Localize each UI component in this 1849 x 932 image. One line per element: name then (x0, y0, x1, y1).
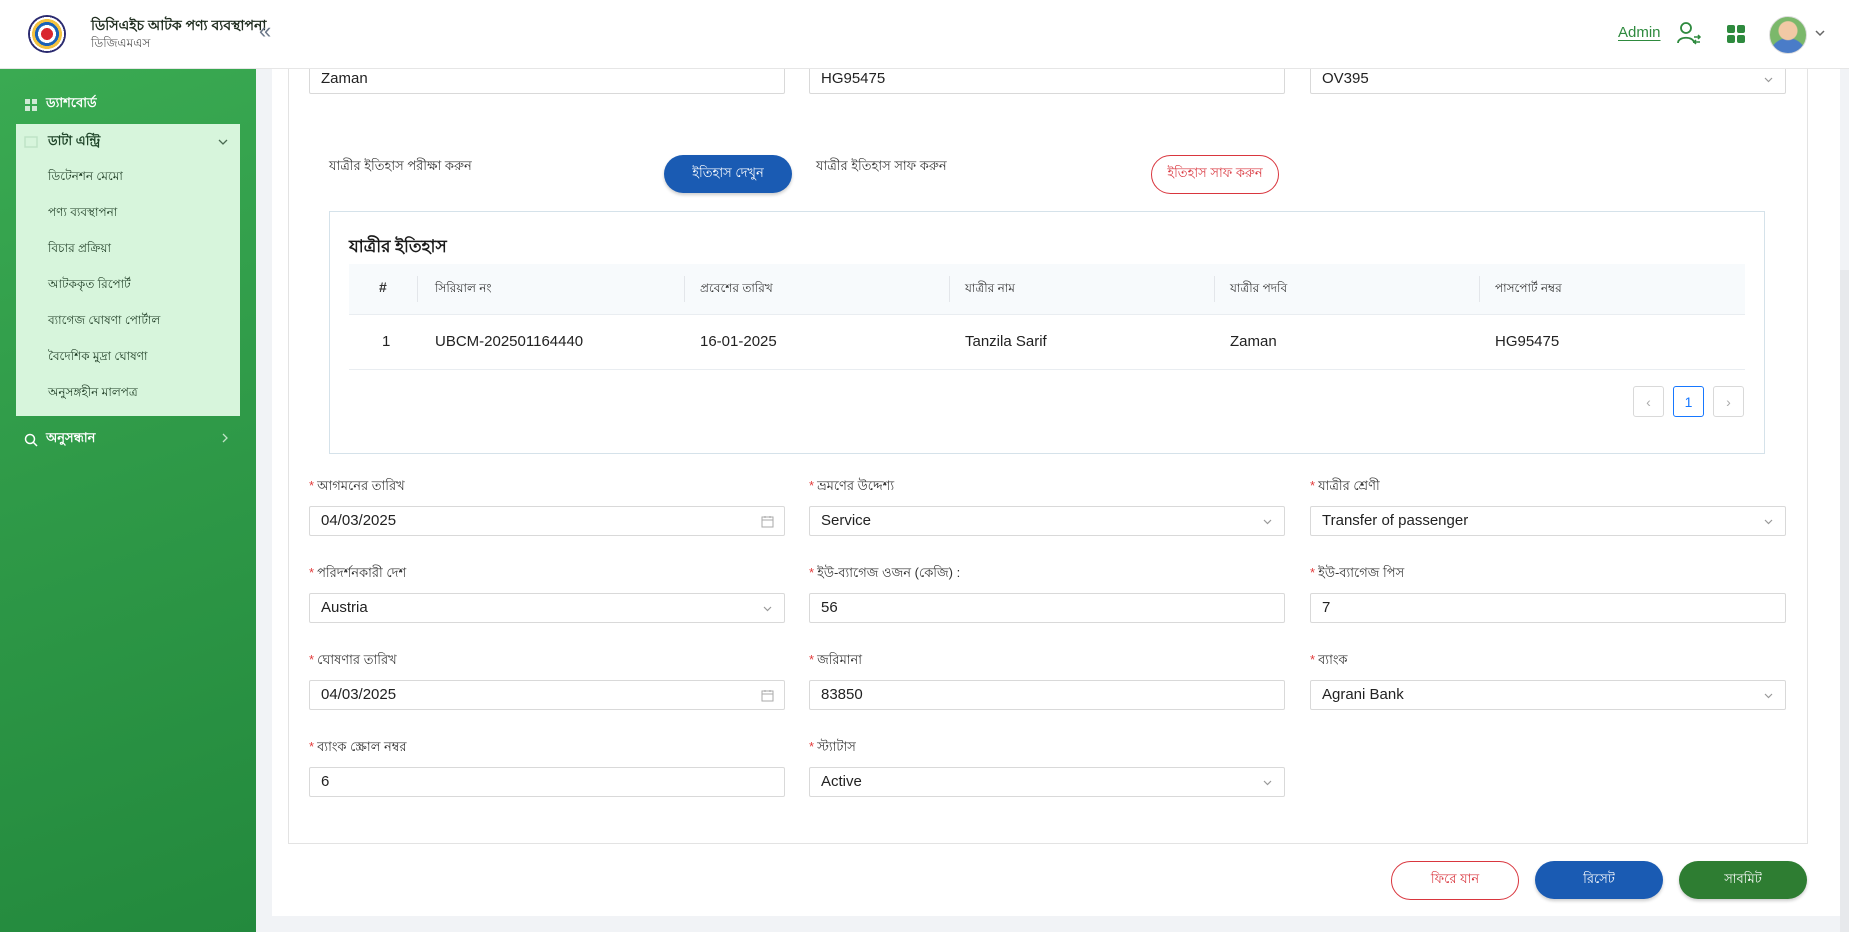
pagination-next-button[interactable]: › (1713, 386, 1744, 417)
sidebar-subitem-unaccompanied-baggage[interactable]: অনুসঙ্গহীন মালপত্র (48, 384, 138, 404)
app-subtitle: ডিজিএমএস (91, 36, 151, 50)
cell-passport-number: HG95475 (1495, 333, 1560, 350)
arrival-date-input[interactable]: 04/03/2025 (309, 506, 785, 536)
bank-scroll-label: * ব্যাংক স্ক্রোল নম্বর (309, 739, 407, 754)
user-avatar[interactable] (1769, 16, 1807, 54)
bank-select[interactable]: Agrani Bank (1310, 680, 1786, 710)
passenger-category-select[interactable]: Transfer of passenger (1310, 506, 1786, 536)
declaration-date-label: * ঘোষণার তারিখ (309, 652, 397, 667)
chevron-down-icon (1263, 519, 1272, 525)
sidebar-submenu-data-entry: ডাটা এন্ট্রি ডিটেনশন মেমো পণ্য ব্যবস্থাপ… (16, 124, 240, 416)
form-card (288, 68, 1808, 844)
view-history-button[interactable]: ইতিহাস দেখুন (664, 155, 792, 193)
visited-country-select[interactable]: Austria (309, 593, 785, 623)
chevron-down-icon[interactable] (1813, 26, 1827, 40)
date-value: 04/03/2025 (321, 686, 397, 703)
arrival-date-label: * আগমনের তারিখ (309, 478, 405, 493)
cell-serial: UBCM-202501164440 (435, 333, 584, 350)
bank-label: * ব্যাংক (1310, 652, 1348, 667)
travel-purpose-label: * ভ্রমণের উদ্দেশ্য (809, 478, 895, 493)
chevron-down-icon (218, 139, 228, 145)
cell-passenger-designation: Zaman (1230, 333, 1277, 350)
reset-button[interactable]: রিসেট (1535, 861, 1663, 899)
app-logo (28, 15, 66, 53)
u-baggage-pieces-input[interactable]: 7 (1310, 593, 1786, 623)
declaration-date-input[interactable]: 04/03/2025 (309, 680, 785, 710)
col-passenger-name: যাত্রীর নাম (965, 281, 1015, 295)
top-header: ডিসিএইচ আটক পণ্য ব্যবস্থাপনা ডিজিএমএস « … (0, 0, 1849, 69)
cell-index: 1 (382, 333, 391, 350)
sidebar-subitem-currency-declaration[interactable]: বৈদেশিক মুদ্রা ঘোষণা (48, 348, 148, 368)
pagination-prev-button[interactable]: ‹ (1633, 386, 1664, 417)
clear-history-label: যাত্রীর ইতিহাস সাফ করুন (816, 158, 947, 173)
sidebar-item-label: ড্যাশবোর্ড (46, 95, 97, 110)
chevron-down-icon (1764, 77, 1773, 83)
sidebar-item-dashboard[interactable]: ড্যাশবোর্ড (24, 94, 97, 115)
sidebar-item-search[interactable]: অনুসন্ধান (24, 429, 95, 450)
cell-passenger-name: Tanzila Sarif (965, 333, 1047, 350)
select-value: OV395 (1322, 70, 1369, 87)
select-value: Agrani Bank (1322, 686, 1404, 703)
column-divider (1214, 276, 1215, 302)
collapse-sidebar-icon[interactable]: « (259, 20, 271, 42)
sidebar-subitem-seized-report[interactable]: আটককৃত রিপোর্ট (48, 276, 131, 296)
select-value: Austria (321, 599, 368, 616)
sidebar-item-label: অনুসন্ধান (46, 430, 96, 445)
chevron-down-icon (1263, 780, 1272, 786)
admin-link[interactable]: Admin (1618, 24, 1661, 41)
col-passport-number: পাসপোর্ট নম্বর (1495, 281, 1562, 295)
passenger-category-label: * যাত্রীর শ্রেণী (1310, 478, 1380, 493)
fine-label: * জরিমানা (809, 652, 863, 667)
table-row: 1 UBCM-202501164440 16-01-2025 Tanzila S… (349, 315, 1745, 370)
back-button[interactable]: ফিরে যান (1391, 861, 1519, 900)
bank-scroll-input[interactable]: 6 (309, 767, 785, 797)
column-divider (684, 276, 685, 302)
column-divider (417, 276, 418, 302)
sidebar-subitem-baggage-declaration[interactable]: ব্যাগেজ ঘোষণা পোর্টাল (48, 312, 160, 332)
apps-grid-icon[interactable] (1726, 24, 1746, 44)
column-divider (949, 276, 950, 302)
visited-country-label: * পরিদর্শনকারী দেশ (309, 565, 407, 580)
u-baggage-weight-label: * ইউ-ব্যাগেজ ওজন (কেজি) : (809, 565, 961, 580)
dashboard-icon (25, 98, 37, 111)
travel-purpose-select[interactable]: Service (809, 506, 1285, 536)
calendar-icon[interactable] (761, 689, 774, 702)
u-baggage-weight-input[interactable]: 56 (809, 593, 1285, 623)
select-value: Transfer of passenger (1322, 512, 1469, 529)
user-switch-icon[interactable] (1676, 20, 1702, 46)
col-index: # (379, 279, 387, 295)
pagination-page-1[interactable]: 1 (1673, 386, 1704, 417)
chevron-down-icon (1764, 519, 1773, 525)
cell-entry-date: 16-01-2025 (700, 333, 777, 350)
chevron-right-icon (222, 433, 228, 443)
search-icon (24, 433, 38, 447)
select-value: Service (821, 512, 872, 529)
u-baggage-pieces-label: * ইউ-ব্যাগেজ পিস (1310, 565, 1405, 580)
sidebar-item-label: ডাটা এন্ট্রি (48, 132, 101, 148)
submit-button[interactable]: সাবমিট (1679, 861, 1807, 899)
calendar-icon[interactable] (761, 515, 774, 528)
history-title: যাত্রীর ইতিহাস (349, 237, 447, 256)
sidebar-subitem-goods-management[interactable]: পণ্য ব্যবস্থাপনা (48, 204, 117, 224)
clear-history-button[interactable]: ইতিহাস সাফ করুন (1151, 155, 1279, 194)
select-value: Active (821, 773, 862, 790)
fine-input[interactable]: 83850 (809, 680, 1285, 710)
chevron-down-icon (763, 606, 772, 612)
sidebar-item-data-entry[interactable]: ডাটা এন্ট্রি (24, 132, 234, 152)
date-value: 04/03/2025 (321, 512, 397, 529)
col-passenger-designation: যাত্রীর পদবি (1230, 281, 1288, 295)
sidebar: ড্যাশবোর্ড ডাটা এন্ট্রি ডিটেনশন মেমো পণ্… (0, 68, 256, 932)
column-divider (1479, 276, 1480, 302)
col-serial: সিরিয়াল নং (435, 281, 492, 295)
col-entry-date: প্রবেশের তারিখ (700, 281, 773, 295)
check-history-label: যাত্রীর ইতিহাস পরীক্ষা করুন (329, 158, 472, 173)
status-label: * স্ট্যাটাস (809, 739, 856, 754)
status-select[interactable]: Active (809, 767, 1285, 797)
sidebar-subitem-trial-process[interactable]: বিচার প্রক্রিয়া (48, 240, 111, 260)
data-entry-icon (24, 136, 38, 148)
chevron-down-icon (1764, 693, 1773, 699)
page-scrollbar[interactable] (1840, 270, 1849, 932)
history-table-header: # সিরিয়াল নং প্রবেশের তারিখ যাত্রীর নাম… (349, 264, 1745, 315)
sidebar-subitem-detention-memo[interactable]: ডিটেনশন মেমো (48, 168, 123, 188)
